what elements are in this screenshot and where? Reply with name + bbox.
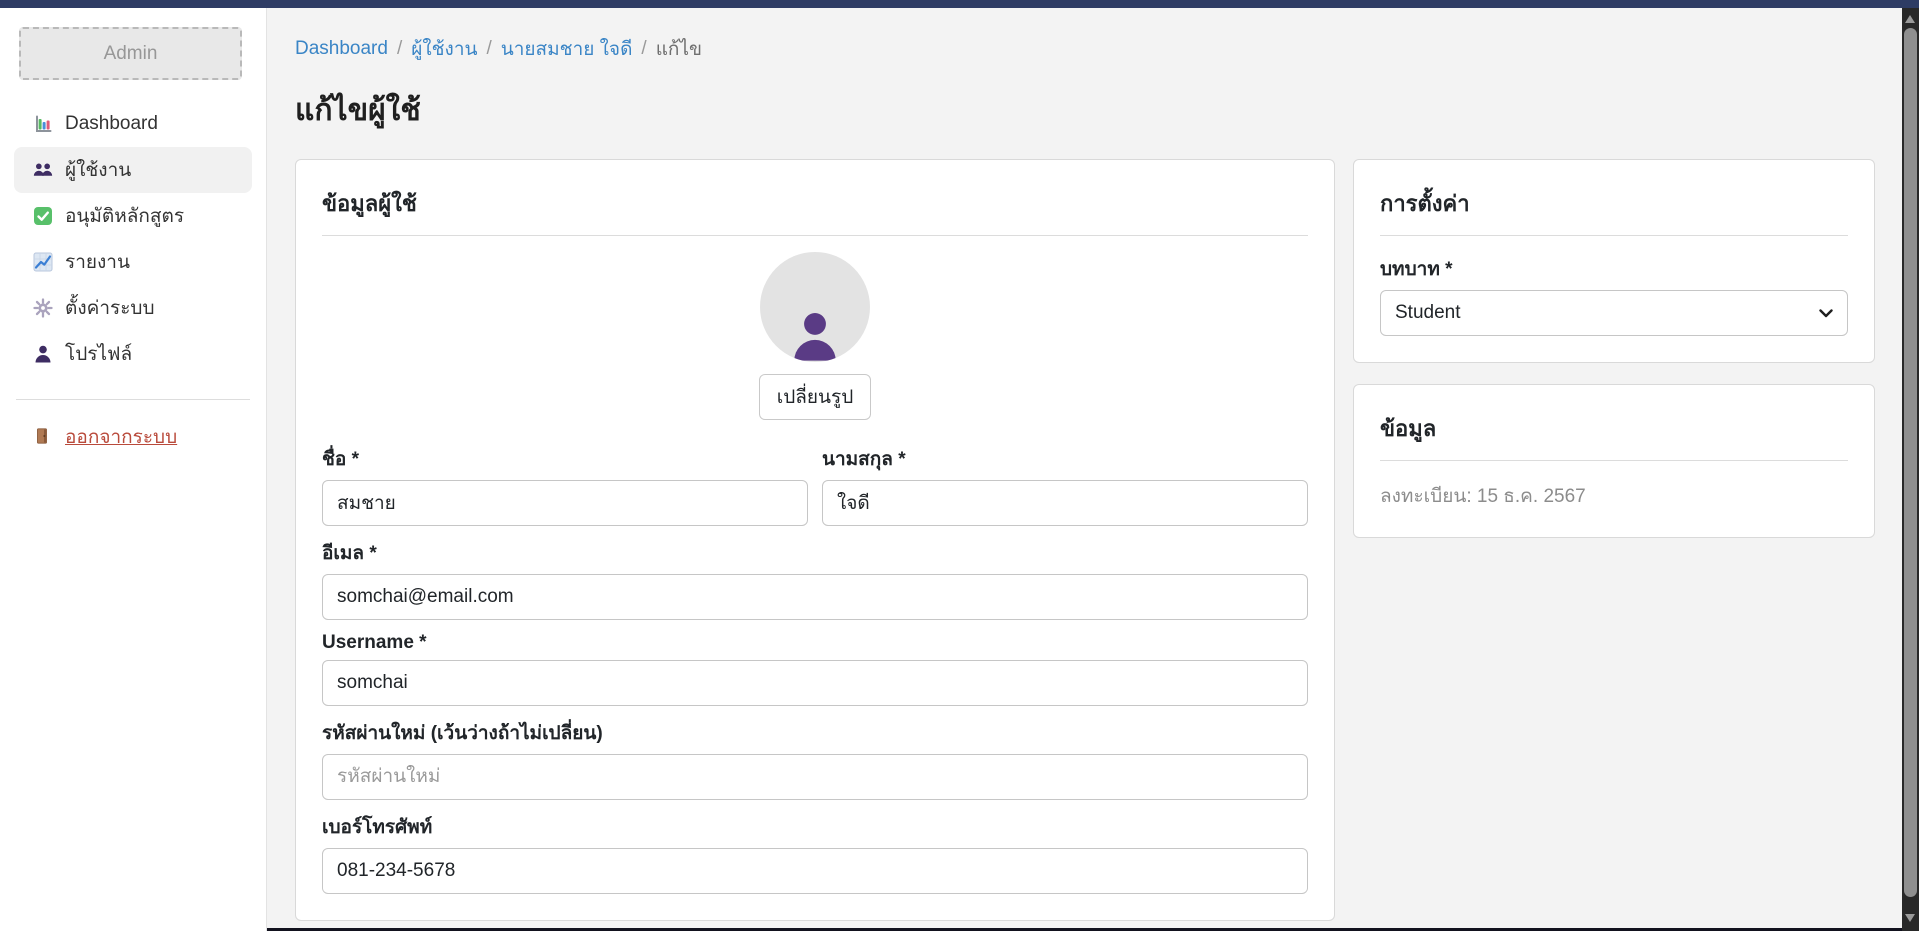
user-info-card-title: ข้อมูลผู้ใช้ bbox=[322, 186, 1308, 236]
first-name-input[interactable] bbox=[322, 480, 808, 526]
breadcrumb-separator: / bbox=[486, 38, 491, 60]
phone-input[interactable] bbox=[322, 848, 1308, 894]
email-label: อีเมล * bbox=[322, 538, 1308, 568]
sidebar-item-label: โปรไฟล์ bbox=[65, 339, 132, 369]
password-input[interactable] bbox=[322, 754, 1308, 800]
chevron-down-icon bbox=[1819, 309, 1833, 318]
username-group: Username * bbox=[322, 632, 1308, 706]
registered-date-text: ลงทะเบียน: 15 ธ.ค. 2567 bbox=[1380, 481, 1848, 511]
scroll-up-arrow-icon[interactable] bbox=[1905, 15, 1915, 23]
breadcrumb-current: แก้ไข bbox=[656, 34, 702, 64]
main-row: ข้อมูลผู้ใช้ เปลี่ยนรูป ชื่อ * bbox=[295, 159, 1876, 921]
sidebar-nav: Dashboard ผู้ใช้งาน bbox=[0, 101, 266, 377]
last-name-label: นามสกุล * bbox=[822, 444, 1308, 474]
vertical-scrollbar[interactable] bbox=[1902, 8, 1919, 931]
breadcrumb-user-name[interactable]: นายสมชาย ใจดี bbox=[501, 34, 633, 64]
logout-link[interactable]: ออกจากระบบ bbox=[0, 422, 266, 452]
main-content: Dashboard / ผู้ใช้งาน / นายสมชาย ใจดี / … bbox=[268, 8, 1902, 931]
page-title: แก้ไขผู้ใช้ bbox=[295, 87, 1876, 134]
last-name-input[interactable] bbox=[822, 480, 1308, 526]
sidebar-item-profile[interactable]: โปรไฟล์ bbox=[14, 331, 252, 377]
sidebar-item-reports[interactable]: รายงาน bbox=[14, 239, 252, 285]
line-chart-icon bbox=[33, 252, 53, 272]
edit-user-page: Admin Dashboard bbox=[0, 0, 1919, 931]
check-square-icon bbox=[33, 206, 53, 226]
top-navy-bar bbox=[0, 0, 1919, 8]
last-name-group: นามสกุล * bbox=[822, 444, 1308, 526]
first-name-group: ชื่อ * bbox=[322, 444, 808, 526]
sidebar-item-label: Dashboard bbox=[65, 113, 158, 135]
breadcrumb-users[interactable]: ผู้ใช้งาน bbox=[411, 34, 477, 64]
person-icon bbox=[33, 344, 53, 364]
settings-card: การตั้งค่า บทบาท * Student bbox=[1353, 159, 1875, 363]
first-name-label: ชื่อ * bbox=[322, 444, 808, 474]
email-input[interactable] bbox=[322, 574, 1308, 620]
breadcrumb-dashboard[interactable]: Dashboard bbox=[295, 38, 388, 60]
username-label: Username * bbox=[322, 632, 1308, 654]
phone-group: เบอร์โทรศัพท์ bbox=[322, 812, 1308, 894]
avatar-person-icon bbox=[787, 306, 843, 362]
form-fields: ชื่อ * นามสกุล * อีเมล * Username bbox=[322, 444, 1308, 894]
users-icon bbox=[33, 160, 53, 180]
sidebar-item-approve-courses[interactable]: อนุมัติหลักสูตร bbox=[14, 193, 252, 239]
scroll-down-arrow-icon[interactable] bbox=[1905, 914, 1915, 922]
brand-logo: Admin bbox=[19, 27, 242, 80]
info-card: ข้อมูล ลงทะเบียน: 15 ธ.ค. 2567 bbox=[1353, 384, 1875, 538]
phone-label: เบอร์โทรศัพท์ bbox=[322, 812, 1308, 842]
info-card-title: ข้อมูล bbox=[1380, 411, 1848, 461]
logout-label: ออกจากระบบ bbox=[65, 422, 177, 452]
sidebar-item-dashboard[interactable]: Dashboard bbox=[14, 101, 252, 147]
role-label: บทบาท * bbox=[1380, 254, 1848, 284]
breadcrumb: Dashboard / ผู้ใช้งาน / นายสมชาย ใจดี / … bbox=[295, 34, 1876, 64]
breadcrumb-separator: / bbox=[397, 38, 402, 60]
settings-card-title: การตั้งค่า bbox=[1380, 186, 1848, 236]
sidebar-item-label: ผู้ใช้งาน bbox=[65, 155, 131, 185]
role-select[interactable]: Student bbox=[1380, 290, 1848, 336]
sidebar-item-label: รายงาน bbox=[65, 247, 130, 277]
bar-chart-icon bbox=[33, 114, 53, 134]
right-column: การตั้งค่า บทบาท * Student bbox=[1353, 159, 1875, 538]
avatar-section: เปลี่ยนรูป bbox=[322, 252, 1308, 420]
sidebar-divider bbox=[16, 399, 250, 400]
role-selected-value: Student bbox=[1395, 302, 1461, 324]
sidebar: Admin Dashboard bbox=[0, 8, 267, 931]
sidebar-item-users[interactable]: ผู้ใช้งาน bbox=[14, 147, 252, 193]
breadcrumb-separator: / bbox=[641, 38, 646, 60]
avatar bbox=[760, 252, 870, 362]
door-icon bbox=[33, 427, 53, 447]
scrollbar-thumb[interactable] bbox=[1904, 28, 1917, 897]
password-group: รหัสผ่านใหม่ (เว้นว่างถ้าไม่เปลี่ยน) bbox=[322, 718, 1308, 800]
email-group: อีเมล * bbox=[322, 538, 1308, 620]
sidebar-item-label: ตั้งค่าระบบ bbox=[65, 293, 155, 323]
user-info-card: ข้อมูลผู้ใช้ เปลี่ยนรูป ชื่อ * bbox=[295, 159, 1335, 921]
sidebar-item-system-settings[interactable]: ตั้งค่าระบบ bbox=[14, 285, 252, 331]
role-group: บทบาท * Student bbox=[1380, 254, 1848, 336]
gear-icon bbox=[33, 298, 53, 318]
brand-label: Admin bbox=[104, 43, 158, 65]
password-label: รหัสผ่านใหม่ (เว้นว่างถ้าไม่เปลี่ยน) bbox=[322, 718, 1308, 748]
username-input[interactable] bbox=[322, 660, 1308, 706]
sidebar-item-label: อนุมัติหลักสูตร bbox=[65, 201, 184, 231]
change-photo-button[interactable]: เปลี่ยนรูป bbox=[759, 374, 872, 420]
